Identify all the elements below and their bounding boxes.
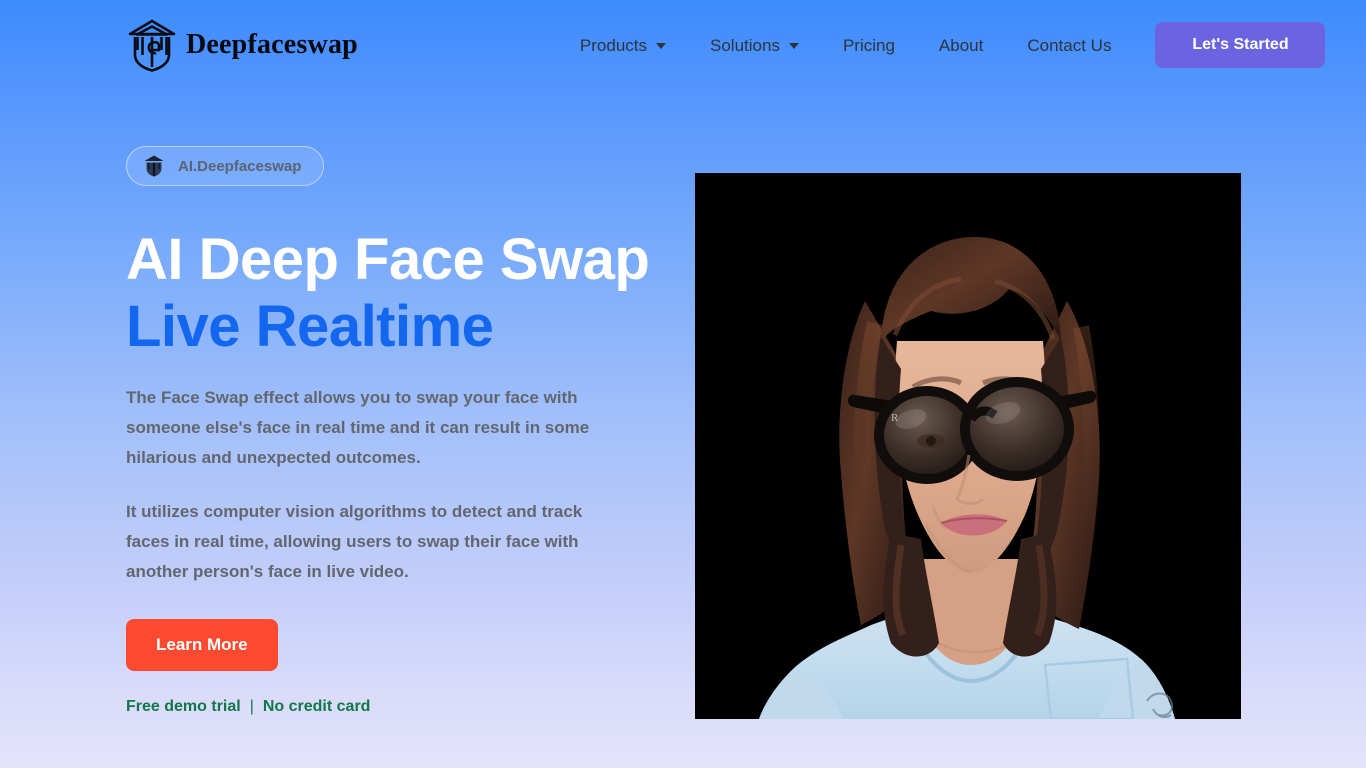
nav-item-label: Products [579, 35, 648, 55]
hero-section: AI.Deepfaceswap AI Deep Face Swap Live R… [0, 90, 1366, 719]
nav-item-about[interactable]: About [917, 37, 1005, 54]
main-navigation: Products Solutions Pricing About Contact… [558, 22, 1326, 68]
nav-item-label: Pricing [842, 35, 895, 55]
nav-item-pricing[interactable]: Pricing [821, 37, 917, 54]
headline-line-1: AI Deep Face Swap [126, 227, 650, 292]
badge-label: AI.Deepfaceswap [178, 157, 302, 175]
lets-started-button[interactable]: Let's Started [1155, 22, 1326, 68]
hero-paragraph-2: It utilizes computer vision algorithms t… [126, 501, 583, 581]
trial-separator: | [249, 697, 254, 715]
hero-image-panel: R [695, 173, 1241, 719]
deepfaceswap-logo-icon [126, 17, 178, 73]
nav-item-label: Contact Us [1027, 35, 1112, 55]
hero-content: AI.Deepfaceswap AI Deep Face Swap Live R… [126, 90, 682, 716]
face-swap-photo: R [695, 173, 1241, 719]
trial-info: Free demo trial | No credit card [126, 698, 682, 716]
free-demo-trial-text: Free demo trial [126, 697, 241, 715]
svg-text:R: R [891, 412, 899, 424]
headline-line-2: Live Realtime [126, 294, 494, 360]
brand-name: Deepfaceswap [186, 29, 358, 60]
nav-item-label: About [938, 35, 984, 55]
nav-item-label: Solutions [710, 35, 780, 55]
ai-deepfaceswap-badge[interactable]: AI.Deepfaceswap [126, 146, 325, 186]
learn-more-button[interactable]: Learn More [126, 618, 278, 671]
page-title: AI Deep Face Swap Live Realtime [126, 226, 682, 361]
nav-item-solutions[interactable]: Solutions [688, 37, 821, 54]
chevron-down-icon [788, 43, 799, 49]
site-header: Deepfaceswap Products Solutions Pricing … [0, 0, 1366, 90]
nav-item-contact-us[interactable]: Contact Us [1005, 37, 1133, 54]
hero-paragraph-1: The Face Swap effect allows you to swap … [126, 387, 590, 467]
nav-item-products[interactable]: Products [558, 37, 688, 54]
deepfaceswap-shield-icon [143, 154, 165, 178]
chevron-down-icon [656, 43, 667, 49]
no-credit-card-text: No credit card [262, 697, 371, 715]
brand-logo[interactable]: Deepfaceswap [126, 17, 358, 73]
